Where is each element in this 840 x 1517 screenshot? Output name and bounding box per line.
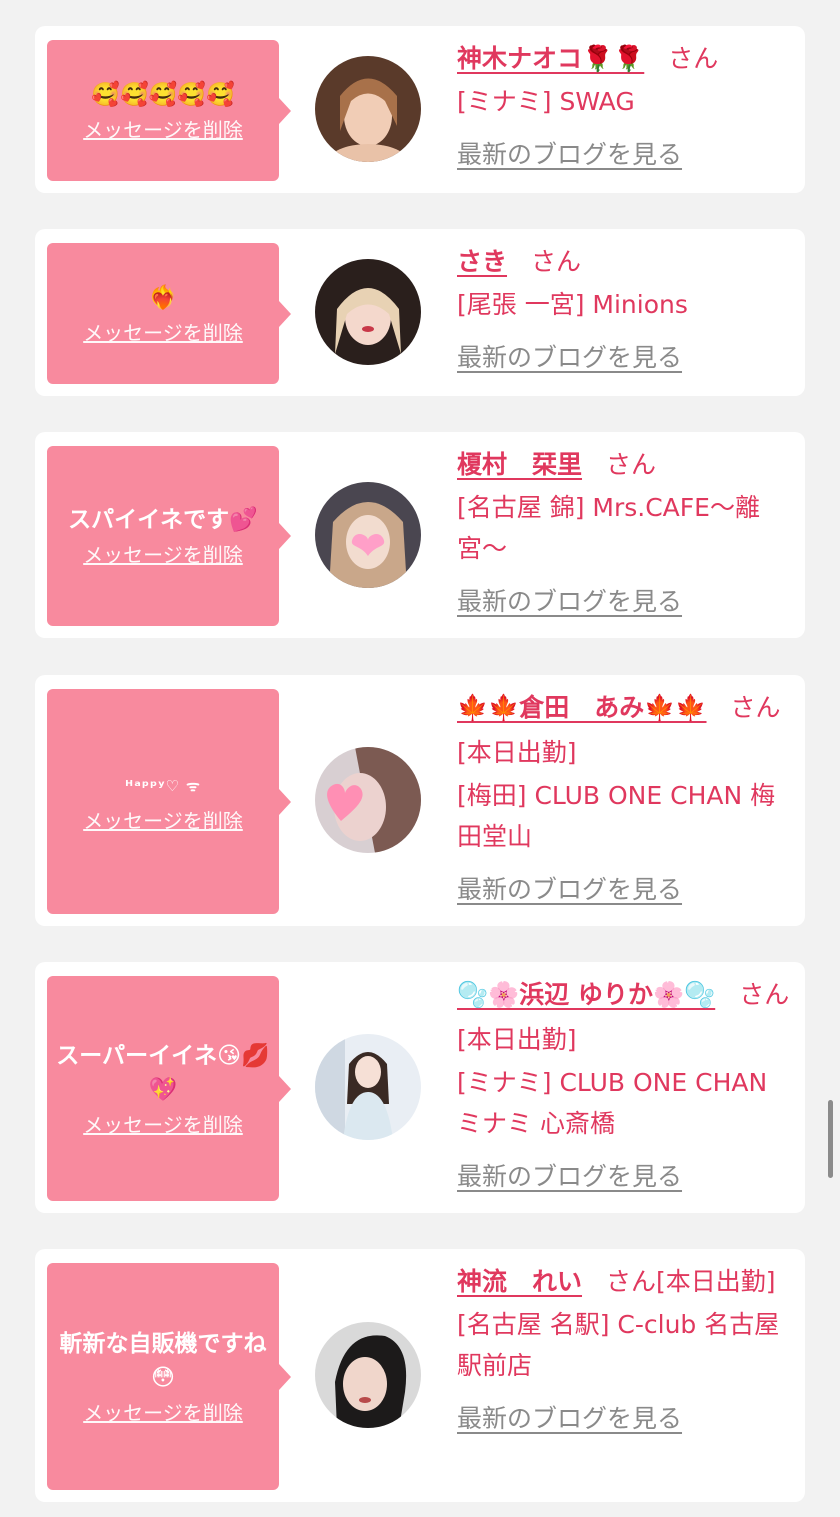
avatar[interactable] bbox=[315, 1322, 421, 1428]
message-bubble: 🥰🥰🥰🥰🥰 メッセージを削除 bbox=[47, 40, 291, 181]
profile-name-link[interactable]: さき bbox=[457, 247, 507, 276]
avatar[interactable] bbox=[315, 1034, 421, 1140]
latest-blog-link[interactable]: 最新のブログを見る bbox=[457, 1154, 791, 1199]
name-suffix: さん bbox=[531, 247, 582, 276]
profile-name-link[interactable]: 🫧🌸浜辺 ゆりか🌸🫧 bbox=[457, 980, 715, 1009]
delete-message-link[interactable]: メッセージを削除 bbox=[83, 807, 243, 835]
name-suffix: さん bbox=[606, 450, 657, 479]
shop-label: [ミナミ] CLUB ONE CHAN ミナミ 心斎橋 bbox=[457, 1068, 768, 1138]
profile-info: 神木ナオコ🌹🌹 さん [ミナミ] SWAG 最新のブログを見る bbox=[457, 36, 791, 177]
avatar[interactable] bbox=[315, 482, 421, 588]
profile-info: 🍁🍁倉田 あみ🍁🍁 さん[本日出勤] [梅田] CLUB ONE CHAN 梅田堂… bbox=[457, 685, 791, 912]
profile-name-link[interactable]: 神木ナオコ🌹🌹 bbox=[457, 44, 644, 73]
latest-blog-link[interactable]: 最新のブログを見る bbox=[457, 1396, 791, 1441]
profile-name-link[interactable]: 榎村 栞里 bbox=[457, 450, 582, 479]
message-card: ᴴᵃᵖᵖʸ♡ ᯤ メッセージを削除 🍁🍁倉田 あみ🍁🍁 さん[本日出勤] [梅田]… bbox=[35, 675, 805, 926]
latest-blog-link[interactable]: 最新のブログを見る bbox=[457, 335, 791, 380]
message-card: スパイイネです💕 メッセージを削除 榎村 栞里 さん [名古屋 錦] Mrs.CA… bbox=[35, 432, 805, 638]
profile-name-link[interactable]: 🍁🍁倉田 あみ🍁🍁 bbox=[457, 693, 707, 722]
avatar[interactable] bbox=[315, 259, 421, 365]
message-bubble: ᴴᵃᵖᵖʸ♡ ᯤ メッセージを削除 bbox=[47, 689, 291, 914]
name-suffix: さん[本日出勤] bbox=[606, 1267, 776, 1296]
delete-message-link[interactable]: メッセージを削除 bbox=[83, 1399, 243, 1427]
message-text: 🥰🥰🥰🥰🥰 bbox=[91, 81, 235, 108]
message-card: スーパーイイネ😘💋💖 メッセージを削除 🫧🌸浜辺 ゆりか🌸🫧 さん[本日出勤] [… bbox=[35, 962, 805, 1213]
profile-info: 🫧🌸浜辺 ゆりか🌸🫧 さん[本日出勤] [ミナミ] CLUB ONE CHAN ミ… bbox=[457, 972, 791, 1199]
latest-blog-link[interactable]: 最新のブログを見る bbox=[457, 867, 791, 912]
shop-label: [梅田] CLUB ONE CHAN 梅田堂山 bbox=[457, 781, 776, 851]
scrollbar[interactable] bbox=[828, 1100, 833, 1178]
message-text: ᴴᵃᵖᵖʸ♡ ᯤ bbox=[125, 776, 201, 795]
message-text: 斬新な自販機ですね😳 bbox=[59, 1330, 267, 1391]
message-bubble: 斬新な自販機ですね😳 メッセージを削除 bbox=[47, 1263, 291, 1490]
message-text: スーパーイイネ😘💋💖 bbox=[56, 1042, 270, 1103]
name-suffix: さん bbox=[668, 44, 719, 73]
delete-message-link[interactable]: メッセージを削除 bbox=[83, 1111, 243, 1139]
latest-blog-link[interactable]: 最新のブログを見る bbox=[457, 132, 791, 177]
message-card: 🥰🥰🥰🥰🥰 メッセージを削除 神木ナオコ🌹🌹 さん [ミナミ] SWAG 最新のブ… bbox=[35, 26, 805, 193]
message-bubble: スパイイネです💕 メッセージを削除 bbox=[47, 446, 291, 626]
message-text: スパイイネです💕 bbox=[68, 507, 258, 533]
message-bubble: ❤️‍🔥 メッセージを削除 bbox=[47, 243, 291, 384]
latest-blog-link[interactable]: 最新のブログを見る bbox=[457, 579, 791, 624]
shop-label: [名古屋 錦] Mrs.CAFE〜離宮〜 bbox=[457, 493, 760, 563]
message-text: ❤️‍🔥 bbox=[148, 284, 178, 311]
avatar[interactable] bbox=[315, 747, 421, 853]
profile-name-link[interactable]: 神流 れい bbox=[457, 1267, 582, 1296]
message-list: 🥰🥰🥰🥰🥰 メッセージを削除 神木ナオコ🌹🌹 さん [ミナミ] SWAG 最新のブ… bbox=[0, 0, 840, 1517]
message-card: ❤️‍🔥 メッセージを削除 さき さん [尾張 一宮] Minions 最新のブロ… bbox=[35, 229, 805, 396]
delete-message-link[interactable]: メッセージを削除 bbox=[83, 541, 243, 569]
message-card: 斬新な自販機ですね😳 メッセージを削除 神流 れい さん[本日出勤] [名古屋 名… bbox=[35, 1249, 805, 1502]
shop-label: [名古屋 名駅] C-club 名古屋駅前店 bbox=[457, 1310, 780, 1380]
profile-info: さき さん [尾張 一宮] Minions 最新のブログを見る bbox=[457, 239, 791, 380]
message-bubble: スーパーイイネ😘💋💖 メッセージを削除 bbox=[47, 976, 291, 1201]
delete-message-link[interactable]: メッセージを削除 bbox=[83, 319, 243, 347]
profile-info: 神流 れい さん[本日出勤] [名古屋 名駅] C-club 名古屋駅前店 最新の… bbox=[457, 1259, 791, 1441]
shop-label: [ミナミ] SWAG bbox=[457, 87, 635, 116]
shop-label: [尾張 一宮] Minions bbox=[457, 290, 688, 319]
avatar[interactable] bbox=[315, 56, 421, 162]
delete-message-link[interactable]: メッセージを削除 bbox=[83, 116, 243, 144]
profile-info: 榎村 栞里 さん [名古屋 錦] Mrs.CAFE〜離宮〜 最新のブログを見る bbox=[457, 442, 791, 624]
